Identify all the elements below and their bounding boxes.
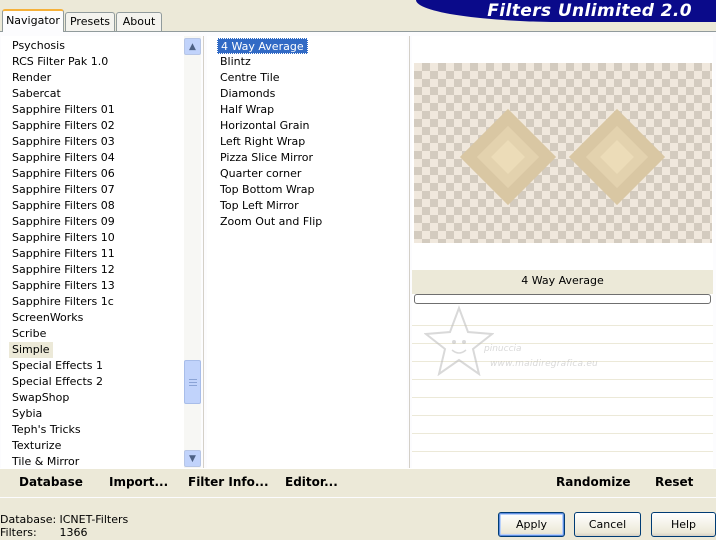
category-item[interactable]: Texturize	[9, 438, 64, 454]
tab-navigator[interactable]: Navigator	[2, 9, 64, 32]
category-item[interactable]: Sapphire Filters 06	[9, 166, 118, 182]
category-item[interactable]: Sapphire Filters 04	[9, 150, 118, 166]
filter-item[interactable]: Zoom Out and Flip	[217, 214, 325, 230]
apply-button[interactable]: Apply	[498, 512, 565, 537]
filter-item[interactable]: 4 Way Average	[217, 38, 308, 54]
filter-item[interactable]: Centre Tile	[217, 70, 283, 86]
progress-bar	[414, 294, 711, 304]
category-item[interactable]: Sapphire Filters 03	[9, 134, 118, 150]
filter-item[interactable]: Top Bottom Wrap	[217, 182, 318, 198]
preview-filter-name: 4 Way Average	[412, 270, 713, 294]
database-button[interactable]: Database	[19, 475, 83, 489]
diamond-shape	[568, 108, 666, 206]
category-item[interactable]: SwapShop	[9, 390, 72, 406]
scroll-up-button[interactable]: ▲	[184, 38, 201, 55]
divider	[203, 36, 204, 468]
filters-label: Filters:	[0, 526, 37, 539]
action-bar: Database Import... Filter Info... Editor…	[0, 468, 716, 497]
tab-presets[interactable]: Presets	[65, 12, 115, 31]
category-item[interactable]: Render	[9, 70, 54, 86]
filters-count: 1366	[59, 526, 88, 539]
category-item[interactable]: Special Effects 1	[9, 358, 106, 374]
category-item[interactable]: Sapphire Filters 12	[9, 262, 118, 278]
filter-item[interactable]: Half Wrap	[217, 102, 277, 118]
diamond-shape	[459, 108, 557, 206]
category-item[interactable]: Sapphire Filters 08	[9, 198, 118, 214]
filter-info-button[interactable]: Filter Info...	[188, 475, 269, 489]
tab-about[interactable]: About	[116, 12, 162, 31]
filter-item[interactable]: Top Left Mirror	[217, 198, 302, 214]
category-item[interactable]: RCS Filter Pak 1.0	[9, 54, 111, 70]
category-item[interactable]: Tile & Mirror	[9, 454, 82, 468]
category-item[interactable]: Sapphire Filters 11	[9, 246, 118, 262]
database-label: Database:	[0, 513, 57, 526]
chevron-down-icon: ▼	[189, 453, 196, 464]
category-item[interactable]: Sybia	[9, 406, 45, 422]
chevron-up-icon: ▲	[189, 41, 196, 52]
category-item[interactable]: Scribe	[9, 326, 49, 342]
scroll-thumb[interactable]	[184, 360, 201, 404]
category-item[interactable]: Sapphire Filters 07	[9, 182, 118, 198]
category-item[interactable]: Sapphire Filters 09	[9, 214, 118, 230]
category-item[interactable]: Sapphire Filters 10	[9, 230, 118, 246]
editor-button[interactable]: Editor...	[285, 475, 338, 489]
preview-panel: 4 Way Average pinuccia www.maidiregrafic…	[412, 36, 713, 470]
randomize-button[interactable]: Randomize	[556, 475, 630, 489]
preview-image	[414, 63, 712, 243]
category-item[interactable]: Sapphire Filters 13	[9, 278, 118, 294]
category-item[interactable]: Sabercat	[9, 86, 64, 102]
filter-item[interactable]: Quarter corner	[217, 166, 304, 182]
import-button[interactable]: Import...	[109, 475, 168, 489]
category-item[interactable]: Special Effects 2	[9, 374, 106, 390]
category-item[interactable]: Simple	[9, 342, 53, 358]
category-list[interactable]: Psychosis RCS Filter Pak 1.0 Render Saberca…	[1, 36, 201, 468]
category-item[interactable]: Sapphire Filters 02	[9, 118, 118, 134]
help-button[interactable]: Help	[651, 512, 716, 537]
divider	[409, 36, 410, 468]
filter-item[interactable]: Left Right Wrap	[217, 134, 308, 150]
reset-button[interactable]: Reset	[655, 475, 693, 489]
filter-item[interactable]: Diamonds	[217, 86, 278, 102]
filter-item[interactable]: Blintz	[217, 54, 254, 70]
category-item[interactable]: Psychosis	[9, 38, 68, 54]
app-title: Filters Unlimited 2.0	[487, 1, 692, 21]
category-item[interactable]: Sapphire Filters 1c	[9, 294, 117, 310]
category-item[interactable]: Teph's Tricks	[9, 422, 84, 438]
parameter-area	[412, 308, 713, 470]
category-item[interactable]: Sapphire Filters 01	[9, 102, 118, 118]
cancel-button[interactable]: Cancel	[574, 512, 641, 537]
filter-item[interactable]: Pizza Slice Mirror	[217, 150, 316, 166]
category-scrollbar[interactable]: ▲ ▼	[184, 36, 201, 468]
category-item[interactable]: ScreenWorks	[9, 310, 86, 326]
filter-item[interactable]: Horizontal Grain	[217, 118, 312, 134]
status-bar: Database: ICNET-Filters Filters: 1366	[0, 508, 300, 540]
database-value: ICNET-Filters	[59, 513, 129, 526]
filter-list[interactable]: 4 Way Average Blintz Centre Tile Diamonds Ha…	[207, 36, 407, 468]
scroll-down-button[interactable]: ▼	[184, 450, 201, 467]
